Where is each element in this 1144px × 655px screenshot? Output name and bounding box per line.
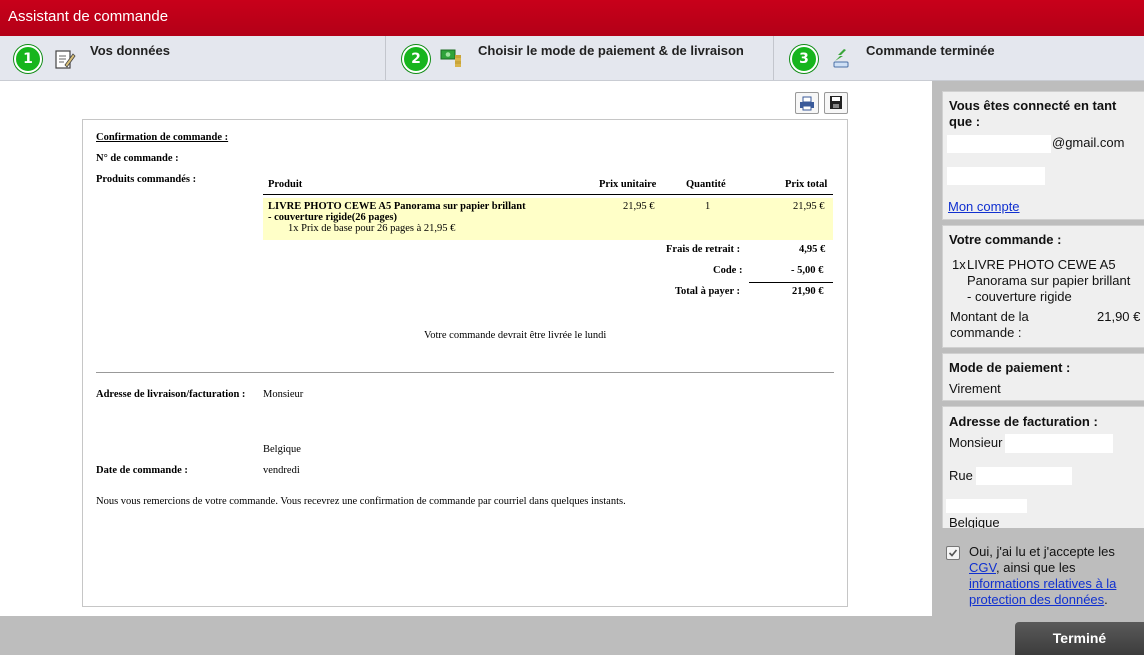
wizard-steps: 1 Vos données 2 Choisir le mode de paiem… <box>0 36 1144 81</box>
product-total: 21,95 € <box>793 201 825 212</box>
step-3[interactable]: 3 Commande terminée <box>776 36 1144 80</box>
edit-form-icon <box>55 50 76 69</box>
user-title-line2: que : <box>949 114 981 129</box>
order-item-line2: Panorama sur papier brillant <box>967 273 1131 288</box>
print-button[interactable] <box>795 92 819 114</box>
order-amount-label-line2: commande : <box>950 325 1022 340</box>
step-divider <box>773 36 774 80</box>
order-item-qty: 1x <box>952 257 966 272</box>
product-name-line1: LIVRE PHOTO CEWE A5 Panorama sur papier … <box>268 201 526 212</box>
finish-button[interactable]: Terminé <box>1015 622 1144 655</box>
products-label: Produits commandés : <box>96 174 197 185</box>
product-detail: 1x Prix de base pour 26 pages à 21,95 € <box>288 223 456 234</box>
code-label: Code : <box>713 265 743 276</box>
shipping-value: 4,95 € <box>799 244 826 255</box>
code-value: - 5,00 € <box>791 265 824 276</box>
terms-text-line1: Oui, j'ai lu et j'accepte les <box>969 544 1115 559</box>
step-1[interactable]: 1 Vos données <box>0 36 385 80</box>
payment-money-icon <box>440 49 461 67</box>
terms-text-line2-rest: , ainsi que les <box>995 560 1076 575</box>
privacy-link-line1[interactable]: informations relatives à la <box>969 576 1116 591</box>
order-number-label: N° de commande : <box>96 153 179 164</box>
window-title: Assistant de commande <box>8 8 169 25</box>
order-confirmation-document: Confirmation de commande : N° de command… <box>82 119 848 607</box>
billing-title: Adresse de facturation : <box>949 414 1098 429</box>
my-account-link[interactable]: Mon compte <box>948 199 1020 214</box>
user-title-line1: Vous êtes connecté en tant <box>949 98 1117 113</box>
product-unit-price: 21,95 € <box>623 201 655 212</box>
step-divider <box>385 36 386 80</box>
step-1-label: Vos données <box>90 43 170 58</box>
billing-street-redacted <box>976 467 1072 485</box>
email-redacted <box>947 135 1051 153</box>
user-panel: Vous êtes connecté en tant que : @gmail.… <box>942 91 1144 220</box>
billing-name-redacted <box>1005 434 1113 453</box>
col-product: Produit <box>268 179 303 190</box>
total-label: Total à payer : <box>675 286 741 297</box>
save-disk-icon <box>830 96 842 109</box>
order-item-line1: LIVRE PHOTO CEWE A5 <box>967 257 1116 272</box>
confirmation-heading: Confirmation de commande : <box>96 132 229 143</box>
address-country: Belgique <box>263 444 301 455</box>
step-3-label: Commande terminée <box>866 43 995 58</box>
step-2[interactable]: 2 Choisir le mode de paiement & de livra… <box>388 36 773 80</box>
thanks-message: Nous vous remercions de votre commande. … <box>96 496 626 507</box>
terms-text-line2: CGV, ainsi que les <box>969 560 1075 575</box>
col-unit-price: Prix unitaire <box>599 179 657 190</box>
footer-bar <box>0 617 1144 655</box>
address-label: Adresse de livraison/facturation : <box>96 389 246 400</box>
product-quantity: 1 <box>705 201 711 212</box>
print-icon <box>800 96 814 111</box>
terms-checkbox[interactable] <box>946 546 960 560</box>
total-rule <box>749 282 833 283</box>
payment-panel: Mode de paiement : Virement <box>942 353 1144 401</box>
download-complete-icon <box>833 49 849 68</box>
order-item-line3: - couverture rigide <box>967 289 1072 304</box>
billing-city-redacted <box>946 499 1027 513</box>
username-redacted <box>947 167 1045 185</box>
shipping-label: Frais de retrait : <box>666 244 741 255</box>
address-salutation: Monsieur <box>263 389 304 400</box>
total-value: 21,90 € <box>792 286 824 297</box>
step-2-label: Choisir le mode de paiement & de livrais… <box>478 43 744 58</box>
privacy-link-line2[interactable]: protection des données <box>969 592 1104 607</box>
col-total-price: Prix total <box>785 179 828 190</box>
billing-panel: Adresse de facturation : Monsieur Rue Be… <box>942 406 1144 530</box>
terms-consent: Oui, j'ai lu et j'accepte les CGV, ainsi… <box>932 528 1144 616</box>
section-divider <box>96 372 834 373</box>
table-row: LIVRE PHOTO CEWE A5 Panorama sur papier … <box>263 198 833 240</box>
order-summary-panel: Votre commande : 1x LIVRE PHOTO CEWE A5 … <box>942 225 1144 348</box>
order-amount-label-line1: Montant de la <box>950 309 1029 324</box>
col-quantity: Quantité <box>686 179 726 190</box>
step-3-number: 3 <box>790 45 818 73</box>
delivery-note: Votre commande devrait être livrée le lu… <box>424 330 607 341</box>
payment-method: Virement <box>949 381 1001 396</box>
product-name-line2: - couverture rigide(26 pages) <box>268 212 397 223</box>
terms-period: . <box>1104 592 1108 607</box>
email-suffix: @gmail.com <box>1052 135 1125 150</box>
billing-street: Rue <box>949 468 973 483</box>
billing-salutation: Monsieur <box>949 435 1003 450</box>
window-title-bar: Assistant de commande <box>0 0 1144 36</box>
step-2-number: 2 <box>402 45 430 73</box>
order-amount-value: 21,90 € <box>1097 309 1141 324</box>
cgv-link[interactable]: CGV <box>969 560 996 575</box>
table-header-rule <box>263 194 833 195</box>
order-date-label: Date de commande : <box>96 465 188 476</box>
order-date-value: vendredi <box>263 465 300 476</box>
payment-title: Mode de paiement : <box>949 360 1071 375</box>
save-button[interactable] <box>824 92 848 114</box>
privacy-link-line2-wrap: protection des données. <box>969 592 1108 607</box>
order-summary-title: Votre commande : <box>949 232 1062 247</box>
checkmark-icon <box>948 549 958 557</box>
step-1-number: 1 <box>14 45 42 73</box>
